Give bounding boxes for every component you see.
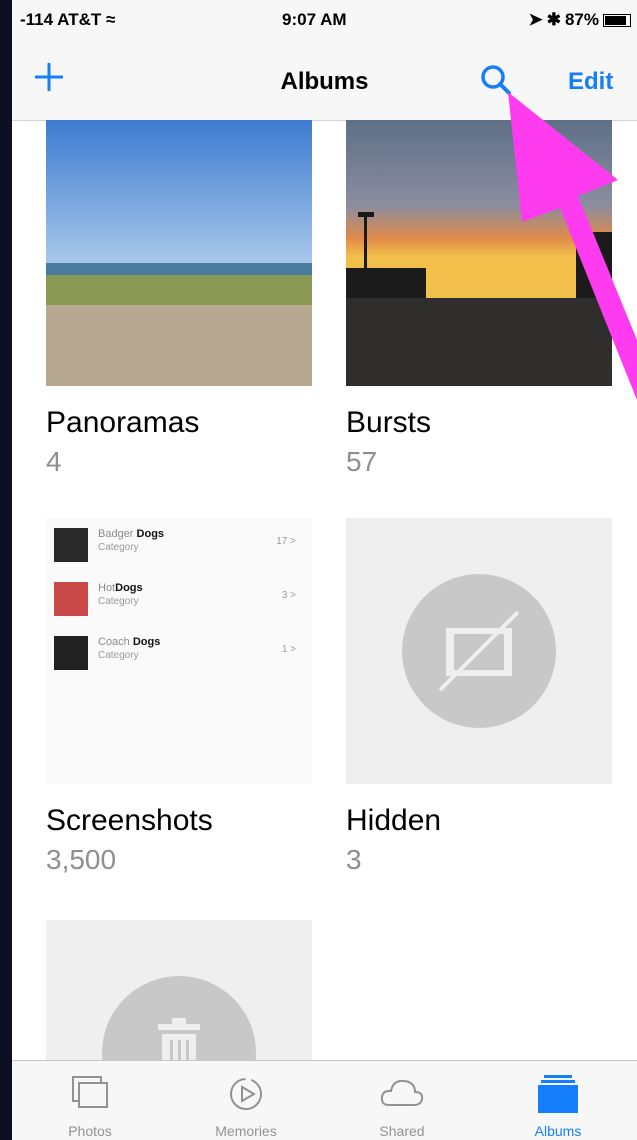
photos-icon bbox=[72, 1076, 108, 1108]
tab-memories[interactable]: Memories bbox=[168, 1061, 324, 1140]
preview-title-bold: Dogs bbox=[136, 528, 165, 540]
tab-albums[interactable]: Albums bbox=[480, 1061, 636, 1140]
album-thumbnail bbox=[346, 518, 612, 784]
album-count: 3,500 bbox=[46, 844, 117, 875]
page-title: Albums bbox=[280, 68, 369, 95]
search-icon bbox=[481, 65, 511, 95]
preview-row: Badger Dogs Category 17 > bbox=[54, 528, 304, 568]
preview-image bbox=[54, 636, 88, 670]
memories-icon bbox=[230, 1078, 262, 1110]
preview-category: Category bbox=[98, 596, 139, 607]
album-bursts[interactable]: Bursts 57 bbox=[346, 120, 612, 478]
album-hidden[interactable]: Hidden 3 bbox=[346, 518, 612, 876]
album-thumbnail bbox=[346, 120, 612, 386]
albums-icon bbox=[538, 1075, 578, 1113]
tab-bar: Photos Memories Shared Albums bbox=[12, 1060, 637, 1140]
album-thumbnail bbox=[46, 920, 312, 1060]
tab-label: Albums bbox=[534, 1123, 582, 1139]
status-right: ➤ ✱ 87% bbox=[528, 10, 631, 30]
phone-screen: -114 AT&T ≈ 9:07 AM ➤ ✱ 87% Albums Edit bbox=[12, 0, 637, 1140]
hidden-icon bbox=[438, 610, 520, 692]
album-count: 3 bbox=[346, 844, 362, 875]
preview-count: 3 > bbox=[281, 590, 296, 601]
preview-title-bold: Dogs bbox=[115, 582, 143, 594]
preview-count: 17 > bbox=[276, 536, 296, 547]
preview-title: Badger bbox=[98, 528, 137, 540]
album-name: Bursts bbox=[346, 406, 432, 439]
album-panoramas[interactable]: Panoramas 4 bbox=[46, 120, 312, 478]
battery-icon bbox=[603, 13, 631, 27]
albums-grid: Panoramas 4 Bursts 57 Badger Dogs Catego… bbox=[12, 120, 637, 1060]
tab-shared[interactable]: Shared bbox=[324, 1061, 480, 1140]
preview-category: Category bbox=[98, 650, 139, 661]
preview-title: Coach bbox=[98, 636, 133, 648]
preview-title-bold: Dogs bbox=[132, 636, 161, 648]
tab-label: Memories bbox=[215, 1123, 277, 1139]
album-count: 57 bbox=[346, 446, 378, 477]
tab-label: Shared bbox=[379, 1123, 425, 1139]
tab-label: Photos bbox=[68, 1123, 112, 1139]
location-icon: ➤ bbox=[528, 10, 543, 29]
preview-title: Hot bbox=[98, 582, 116, 594]
preview-row: HotDogs Category 3 > bbox=[54, 582, 304, 622]
album-thumbnail: Badger Dogs Category 17 > HotDogs Catego… bbox=[46, 518, 312, 784]
panorama-photo bbox=[46, 120, 312, 386]
sunset-photo bbox=[346, 120, 612, 386]
wifi-icon: ≈ bbox=[105, 10, 116, 29]
album-name: Hidden bbox=[346, 804, 442, 837]
album-name: Screenshots bbox=[46, 804, 213, 837]
album-name: Panoramas bbox=[46, 406, 200, 439]
battery-percent: 87% bbox=[564, 10, 599, 29]
album-thumbnail bbox=[46, 120, 312, 386]
edit-button[interactable]: Edit bbox=[568, 68, 613, 96]
album-recently-deleted[interactable] bbox=[46, 920, 312, 1060]
status-time: 9:07 AM bbox=[282, 10, 347, 29]
album-count: 4 bbox=[46, 446, 62, 477]
album-screenshots[interactable]: Badger Dogs Category 17 > HotDogs Catego… bbox=[46, 518, 312, 876]
preview-image bbox=[54, 528, 88, 562]
preview-count: 1 > bbox=[281, 644, 296, 655]
search-button[interactable] bbox=[478, 62, 514, 98]
tab-photos[interactable]: Photos bbox=[12, 1061, 168, 1140]
nav-bar: Albums Edit bbox=[12, 40, 637, 121]
bluetooth-icon: ✱ bbox=[546, 10, 561, 29]
carrier-label: -114 AT&T ≈ bbox=[20, 10, 116, 29]
cloud-icon bbox=[380, 1079, 424, 1106]
trash-icon bbox=[158, 1018, 200, 1060]
preview-category: Category bbox=[98, 542, 139, 553]
status-bar: -114 AT&T ≈ 9:07 AM ➤ ✱ 87% bbox=[12, 0, 637, 40]
preview-row: Coach Dogs Category 1 > bbox=[54, 636, 304, 676]
preview-image bbox=[54, 582, 88, 616]
